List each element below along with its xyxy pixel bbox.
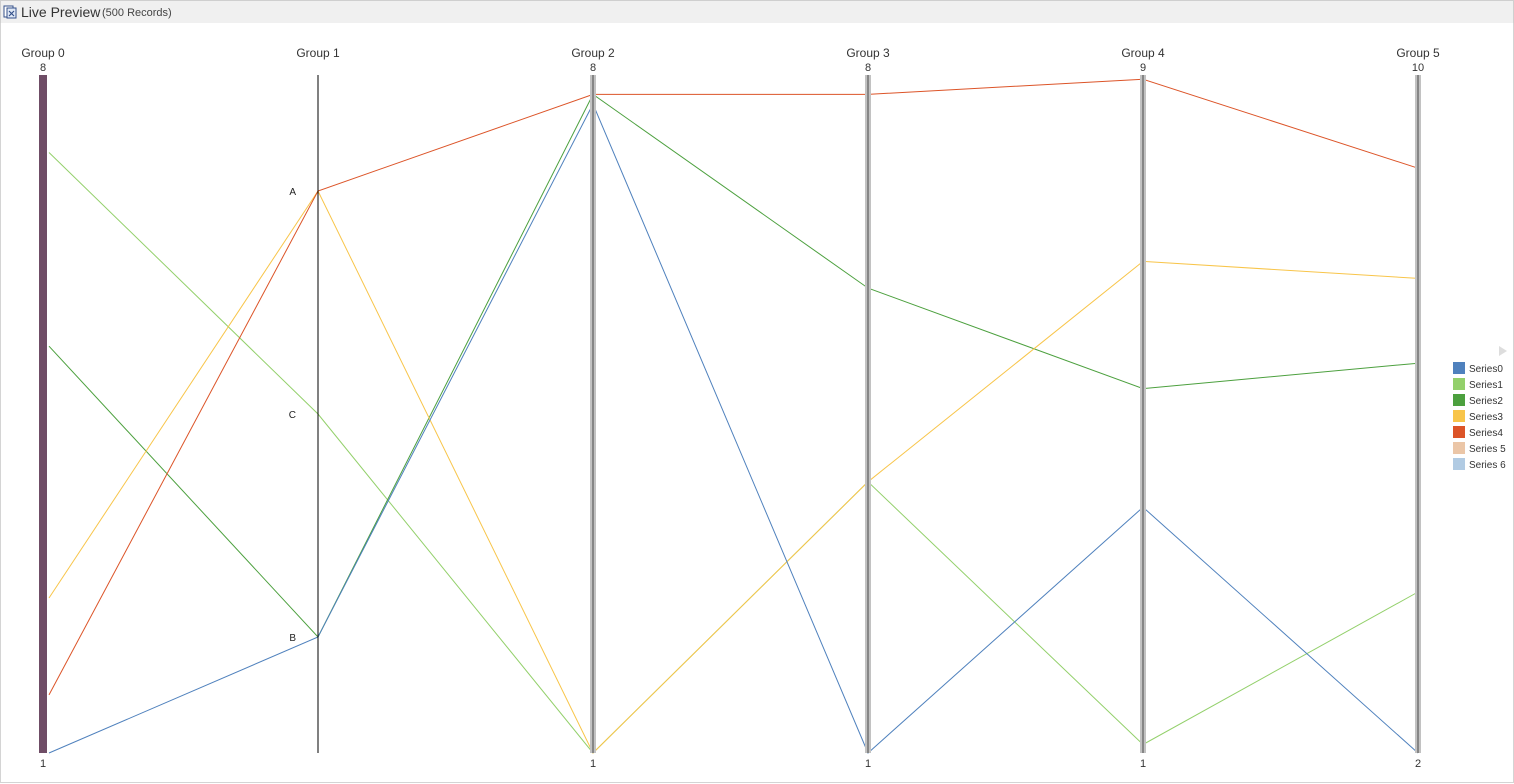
preview-icon[interactable]	[3, 5, 17, 19]
category-label: C	[289, 410, 296, 421]
axis-1: A C B Group 1	[289, 46, 340, 753]
legend-swatch	[1453, 426, 1465, 438]
legend-item[interactable]: Series0	[1453, 362, 1503, 375]
chart-panel: Group 0 8 1 A C B Group 1 Group 2 8 1 Group 3 8 1 Gro…	[0, 23, 1514, 783]
parallel-coordinates-chart: Group 081ACBGroup 1 Group 281Group 381Gro…	[21, 46, 1507, 770]
series-line	[48, 78, 1419, 696]
legend-label: Series 5	[1469, 444, 1506, 455]
legend-swatch	[1453, 362, 1465, 374]
category-label: B	[289, 633, 296, 644]
series-line	[48, 93, 1419, 638]
axis-title: Group 5	[1396, 46, 1440, 60]
axis-min-label: 1	[1140, 758, 1146, 770]
legend-swatch	[1453, 378, 1465, 390]
series-lines	[48, 78, 1419, 754]
axis-max-label: 10	[1412, 62, 1424, 74]
axis-min-label: 1	[40, 758, 46, 770]
legend-swatch	[1453, 394, 1465, 406]
axis-bar	[39, 75, 47, 753]
axis-max-label: 9	[1140, 62, 1146, 74]
axes: Group 081ACBGroup 1 Group 281Group 381Gro…	[21, 46, 1440, 770]
axis-min-label: 1	[865, 758, 871, 770]
series-line	[48, 189, 1419, 754]
legend-item[interactable]: Series1	[1453, 378, 1503, 391]
record-count: (500 Records)	[102, 7, 172, 19]
legend-label: Series2	[1469, 396, 1503, 407]
series-line	[48, 102, 1419, 754]
legend-item[interactable]: Series 5	[1453, 442, 1506, 455]
legend-item[interactable]: Series3	[1453, 410, 1503, 423]
legend-label: Series1	[1469, 380, 1503, 391]
axis-3: Group 3 8 1	[846, 46, 890, 770]
legend-swatch	[1453, 458, 1465, 470]
axis-5: Group 5 10 2	[1396, 46, 1440, 770]
legend-label: Series0	[1469, 364, 1503, 375]
play-arrow-icon[interactable]	[1499, 346, 1507, 356]
axis-title: Group 1	[296, 46, 340, 60]
legend-item[interactable]: Series4	[1453, 426, 1503, 439]
window-titlebar: Live Preview (500 Records)	[0, 0, 1514, 24]
axis-title: Group 0	[21, 46, 65, 60]
axis-max-label: 8	[865, 62, 871, 74]
axis-title: Group 4	[1121, 46, 1165, 60]
legend-item[interactable]: Series 6	[1453, 458, 1506, 471]
legend-label: Series4	[1469, 428, 1503, 439]
window-title: Live Preview	[21, 4, 101, 20]
axis-0: Group 0 8 1	[21, 46, 65, 770]
axis-title: Group 3	[846, 46, 890, 60]
legend-label: Series3	[1469, 412, 1503, 423]
category-label: A	[289, 187, 296, 198]
legend: Series0 Series1 Series2 Series3 Series4 Serie…	[1453, 346, 1507, 471]
legend-swatch	[1453, 410, 1465, 422]
series-line	[48, 152, 1419, 754]
axis-max-label: 8	[40, 62, 46, 74]
legend-swatch	[1453, 442, 1465, 454]
axis-max-label: 8	[590, 62, 596, 74]
axis-2: Group 2 8 1	[571, 46, 615, 770]
axis-min-label: 2	[1415, 758, 1421, 770]
axis-4: Group 4 9 1	[1121, 46, 1165, 770]
legend-item[interactable]: Series2	[1453, 394, 1503, 407]
axis-min-label: 1	[590, 758, 596, 770]
legend-label: Series 6	[1469, 460, 1506, 471]
axis-title: Group 2	[571, 46, 615, 60]
